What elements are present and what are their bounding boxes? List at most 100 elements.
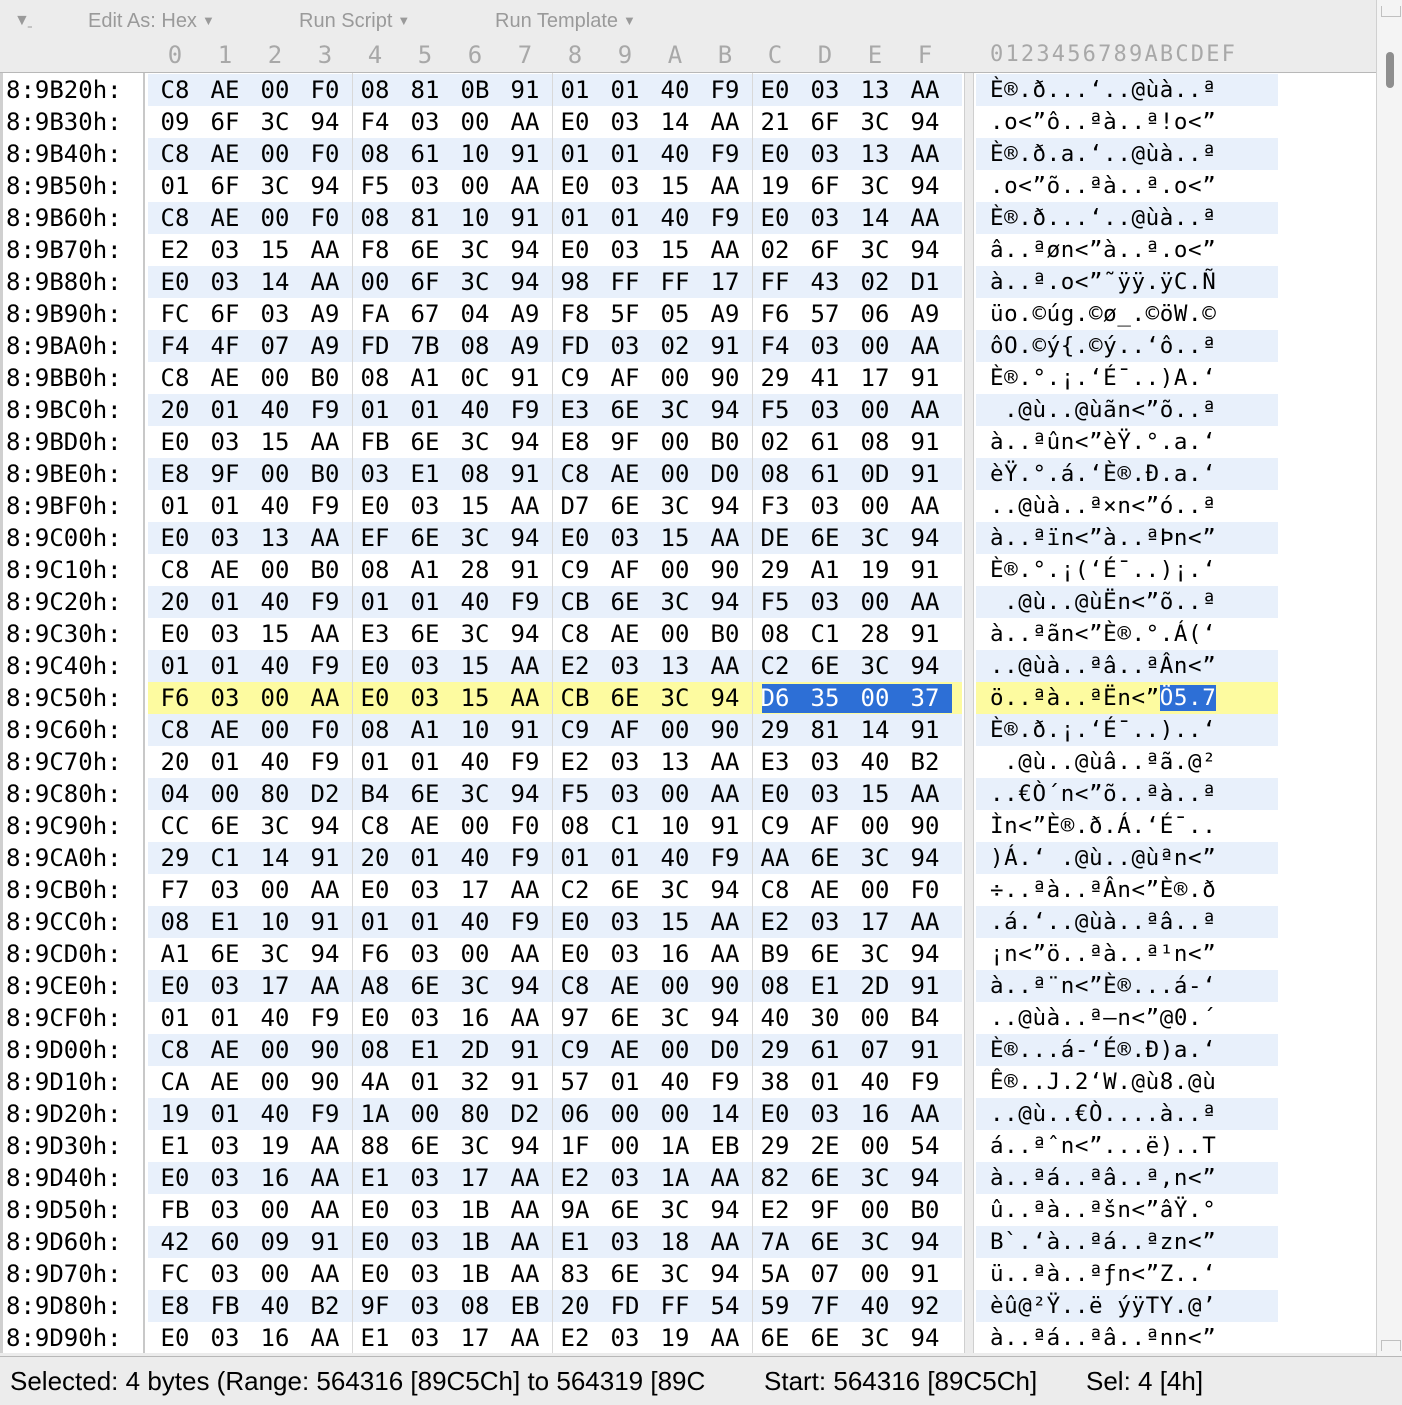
hex-byte[interactable]: 01 (600, 842, 650, 874)
hex-row[interactable]: 8:9B20h: C8 AE 00 F0 08 81 0B 91 01 01 40 F9 E0 03 13 AA… (0, 74, 1376, 106)
hex-byte[interactable]: D1 (900, 266, 950, 298)
hex-byte[interactable]: F9 (700, 1066, 750, 1098)
hex-byte[interactable]: 91 (500, 714, 550, 746)
hex-byte[interactable]: 03 (200, 1130, 250, 1162)
hex-row[interactable]: 8:9BB0h: C8 AE 00 B0 08 A1 0C 91 C9 AF 00 90 29 41 17 91… (0, 362, 1376, 394)
hex-byte[interactable]: 03 (400, 1194, 450, 1226)
hex-byte[interactable]: 94 (900, 106, 950, 138)
hex-row[interactable]: 8:9CE0h: E0 03 17 AA A8 6E 3C 94 C8 AE 00 90 08 E1 2D 91… (0, 970, 1376, 1002)
hex-byte[interactable]: 08 (350, 74, 400, 106)
hex-row[interactable]: 8:9D70h: FC 03 00 AA E0 03 1B AA 83 6E 3C 94 5A 07 00 91… (0, 1258, 1376, 1290)
hex-byte[interactable]: 6E (800, 650, 850, 682)
hex-byte[interactable]: AA (700, 938, 750, 970)
hex-byte[interactable]: 03 (200, 618, 250, 650)
hex-byte[interactable]: 6E (600, 1194, 650, 1226)
hex-byte[interactable]: 3C (450, 1130, 500, 1162)
hex-byte[interactable]: A1 (400, 714, 450, 746)
hex-byte[interactable]: 02 (850, 266, 900, 298)
hex-byte[interactable]: AA (700, 522, 750, 554)
hex-byte[interactable]: 81 (400, 202, 450, 234)
hex-row[interactable]: 8:9D60h: 42 60 09 91 E0 03 1B AA E1 03 18 AA 7A 6E 3C 94… (0, 1226, 1376, 1258)
hex-byte[interactable]: C8 (150, 74, 200, 106)
hex-byte[interactable]: 61 (800, 1034, 850, 1066)
hex-byte[interactable]: 40 (650, 202, 700, 234)
hex-byte[interactable]: 5A (750, 1258, 800, 1290)
hex-byte[interactable]: F9 (300, 746, 350, 778)
hex-byte[interactable]: AA (700, 106, 750, 138)
hex-byte[interactable]: 1B (450, 1194, 500, 1226)
hex-byte[interactable]: C9 (750, 810, 800, 842)
hex-byte[interactable]: F0 (300, 714, 350, 746)
hex-row[interactable]: 8:9D80h: E8 FB 40 B2 9F 03 08 EB 20 FD FF 54 59 7F 40 92… (0, 1290, 1376, 1322)
hex-byte[interactable]: 01 (200, 586, 250, 618)
hex-byte[interactable]: 20 (550, 1290, 600, 1322)
hex-byte[interactable]: 94 (500, 970, 550, 1002)
hex-byte[interactable]: F9 (500, 394, 550, 426)
hex-byte[interactable]: AA (700, 1162, 750, 1194)
hex-byte[interactable]: 14 (250, 842, 300, 874)
hex-byte[interactable]: A1 (150, 938, 200, 970)
hex-byte[interactable]: B4 (900, 1002, 950, 1034)
hex-byte[interactable]: AE (200, 714, 250, 746)
hex-byte[interactable]: 6E (600, 1258, 650, 1290)
hex-row[interactable]: 8:9C40h: 01 01 40 F9 E0 03 15 AA E2 03 13 AA C2 6E 3C 94… (0, 650, 1376, 682)
hex-byte[interactable]: FD (350, 330, 400, 362)
hex-byte[interactable]: 00 (850, 1194, 900, 1226)
hex-byte[interactable]: 3C (450, 234, 500, 266)
hex-byte[interactable]: D2 (300, 778, 350, 810)
hex-byte[interactable]: F4 (350, 106, 400, 138)
hex-byte[interactable]: 3C (850, 170, 900, 202)
hex-byte[interactable]: FC (150, 298, 200, 330)
hex-byte[interactable]: B0 (300, 458, 350, 490)
hex-byte[interactable]: E0 (150, 426, 200, 458)
hex-byte[interactable]: E2 (550, 746, 600, 778)
hex-byte[interactable]: 19 (850, 554, 900, 586)
ascii-text[interactable]: ôO.©ý{.©ý..‘ô..ª (990, 330, 1216, 362)
hex-byte[interactable]: 98 (550, 266, 600, 298)
hex-byte[interactable]: 83 (550, 1258, 600, 1290)
hex-byte[interactable]: D0 (700, 458, 750, 490)
hex-byte[interactable]: E0 (750, 1098, 800, 1130)
hex-byte[interactable]: 20 (150, 394, 200, 426)
hex-byte[interactable]: 08 (150, 906, 200, 938)
run-script-dropdown[interactable]: Run Script ▼ (299, 8, 410, 34)
hex-byte[interactable]: 1A (350, 1098, 400, 1130)
ascii-text[interactable]: à..ªá..ªâ..ª‚n<” (990, 1162, 1216, 1194)
hex-byte[interactable]: 03 (600, 234, 650, 266)
hex-byte[interactable]: E2 (550, 650, 600, 682)
hex-byte[interactable]: FF (600, 266, 650, 298)
hex-byte[interactable]: 05 (650, 298, 700, 330)
hex-byte[interactable]: 3C (650, 490, 700, 522)
hex-byte[interactable]: 37 (900, 682, 950, 714)
hex-byte[interactable]: 61 (800, 426, 850, 458)
hex-byte[interactable]: 01 (150, 490, 200, 522)
hex-byte[interactable]: 08 (750, 618, 800, 650)
hex-byte[interactable]: 01 (200, 650, 250, 682)
hex-byte[interactable]: 03 (800, 778, 850, 810)
hex-byte[interactable]: 01 (200, 746, 250, 778)
hex-byte[interactable]: 3C (650, 682, 700, 714)
hex-byte[interactable]: 03 (800, 1098, 850, 1130)
hex-byte[interactable]: 03 (800, 746, 850, 778)
hex-byte[interactable]: 1F (550, 1130, 600, 1162)
hex-byte[interactable]: AA (500, 938, 550, 970)
hex-byte[interactable]: 00 (850, 682, 900, 714)
hex-byte[interactable]: 94 (900, 1162, 950, 1194)
hex-byte[interactable]: 3C (450, 970, 500, 1002)
hex-byte[interactable]: 01 (200, 1098, 250, 1130)
hex-row[interactable]: 8:9B90h: FC 6F 03 A9 FA 67 04 A9 F8 5F 05 A9 F6 57 06 A9… (0, 298, 1376, 330)
hex-byte[interactable]: 67 (400, 298, 450, 330)
hex-byte[interactable]: F9 (300, 394, 350, 426)
hex-byte[interactable]: 57 (800, 298, 850, 330)
run-template-dropdown[interactable]: Run Template ▼ (495, 8, 636, 34)
ascii-text[interactable]: È®.°.¡(‘É¯..)¡.‘ (990, 554, 1216, 586)
hex-byte[interactable]: 40 (650, 842, 700, 874)
hex-byte[interactable]: 6E (400, 618, 450, 650)
hex-byte[interactable]: AA (900, 138, 950, 170)
hex-byte[interactable]: 08 (450, 1290, 500, 1322)
hex-byte[interactable]: AF (800, 810, 850, 842)
hex-byte[interactable]: EB (500, 1290, 550, 1322)
hex-byte[interactable]: 17 (850, 906, 900, 938)
hex-byte[interactable]: 00 (850, 490, 900, 522)
hex-byte[interactable]: FF (750, 266, 800, 298)
